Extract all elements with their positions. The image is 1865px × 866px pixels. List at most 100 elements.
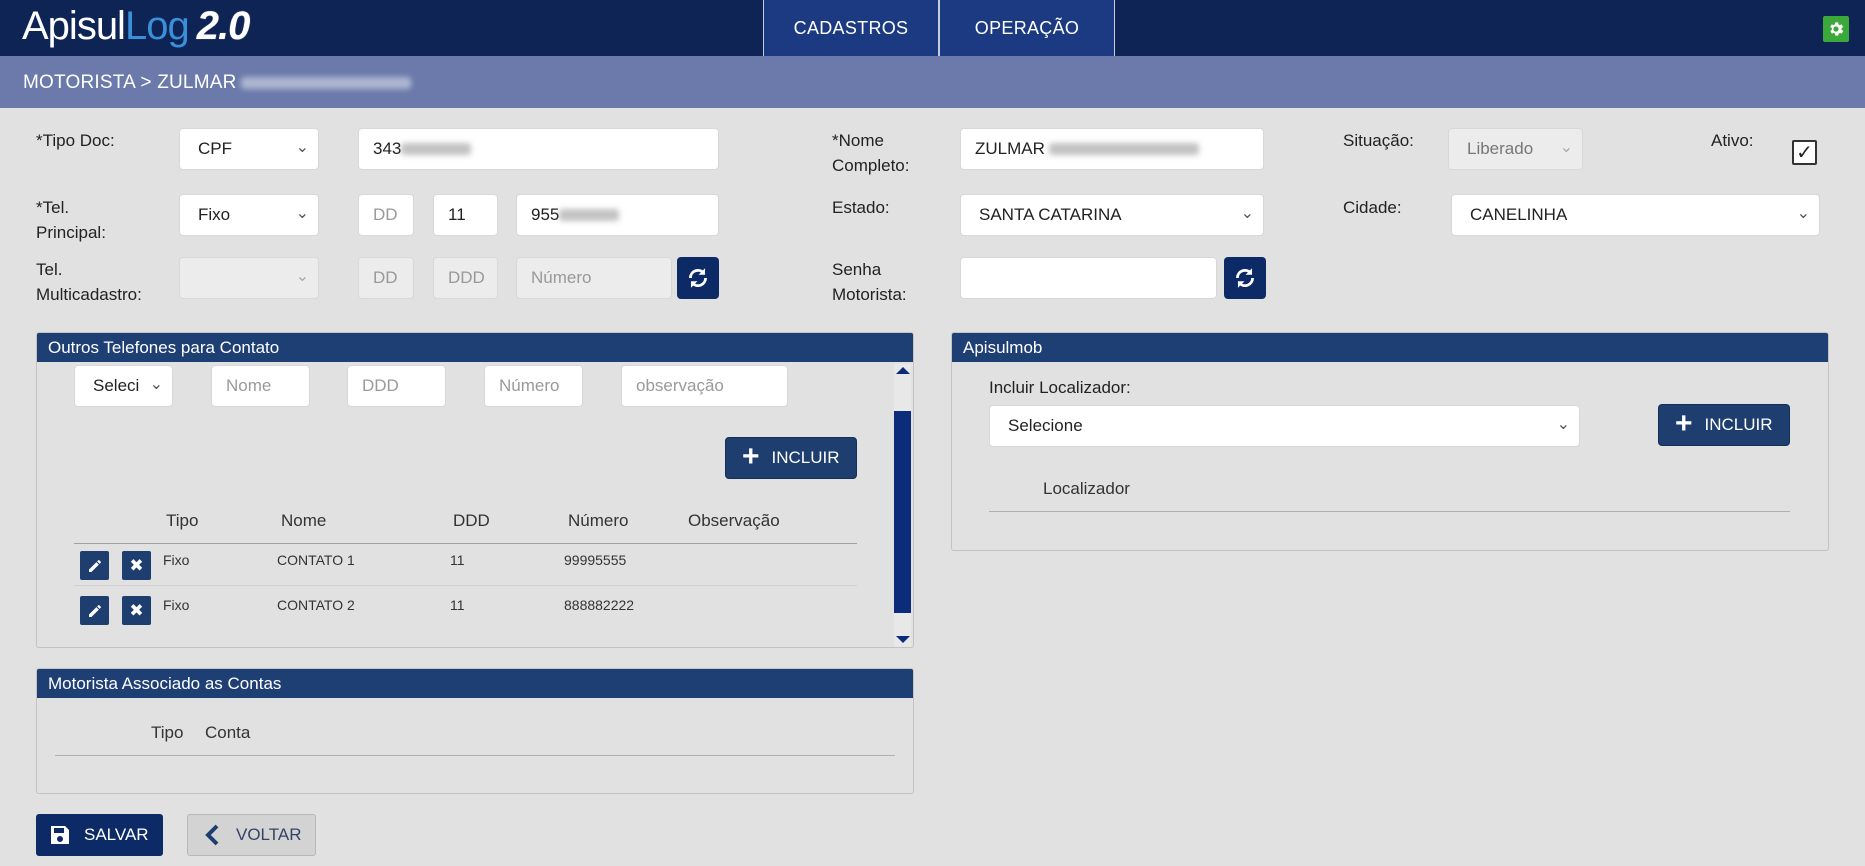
panel-title-text: Motorista Associado as Contas bbox=[48, 673, 282, 693]
refresh-icon bbox=[689, 268, 707, 288]
incluir-localizador-label: Incluir Localizador: bbox=[989, 378, 1131, 397]
senha-motorista-input[interactable] bbox=[960, 257, 1217, 299]
incluir-telefone-button[interactable]: + INCLUIR bbox=[725, 437, 857, 479]
label-line: Completo: bbox=[832, 156, 910, 175]
cell-numero: 99995555 bbox=[564, 552, 627, 568]
close-icon: ✖ bbox=[129, 600, 144, 620]
nav-tab-cadastros[interactable]: CADASTROS bbox=[763, 0, 939, 56]
label-line: *Tel. bbox=[36, 198, 70, 217]
tel-principal-ddd-input[interactable]: 11 bbox=[433, 194, 498, 236]
tipo-doc-value: CPF bbox=[198, 139, 232, 158]
documento-value: 343 bbox=[373, 139, 402, 158]
nav-tab-operacao[interactable]: OPERAÇÃO bbox=[939, 0, 1115, 56]
label-line: Multicadastro: bbox=[36, 285, 142, 304]
tel-multicadastro-dd-input[interactable]: DD bbox=[358, 257, 414, 299]
panel-title-text: Apisulmob bbox=[963, 337, 1043, 357]
tel-principal-numero-input[interactable]: 955 bbox=[516, 194, 719, 236]
documento-input[interactable]: 343 bbox=[358, 128, 719, 170]
localizador-select[interactable]: Selecione bbox=[989, 405, 1580, 447]
label-line: Tel. bbox=[36, 260, 63, 279]
row-divider bbox=[74, 585, 857, 586]
breadcrumb-bar: MOTORISTA > ZULMAR bbox=[0, 56, 1865, 108]
back-label: VOLTAR bbox=[236, 825, 302, 844]
pencil-icon bbox=[88, 559, 101, 572]
ativo-label: Ativo: bbox=[1711, 131, 1754, 150]
column-header: Conta bbox=[205, 723, 251, 742]
tel-multicadastro-ddd-input[interactable]: DDD bbox=[433, 257, 498, 299]
column-header: Número bbox=[568, 511, 629, 530]
save-button[interactable]: SALVAR bbox=[36, 814, 163, 856]
delete-contato-button[interactable]: ✖ bbox=[122, 551, 151, 580]
situacao-select[interactable]: Liberado bbox=[1448, 128, 1583, 170]
chevron-left-icon bbox=[205, 824, 219, 846]
back-button[interactable]: VOLTAR bbox=[187, 814, 316, 856]
scroll-up-arrow[interactable] bbox=[896, 367, 910, 374]
nav-tab-label: CADASTROS bbox=[793, 17, 909, 38]
redacted-text bbox=[559, 209, 620, 221]
tel-multicadastro-numero-input[interactable]: Número bbox=[516, 257, 672, 299]
contato-numero-input[interactable]: Número bbox=[484, 365, 583, 407]
contato-tipo-value: Seleci bbox=[93, 376, 140, 395]
tel-principal-dd-input[interactable]: DD bbox=[358, 194, 414, 236]
cidade-select[interactable]: CANELINHA bbox=[1451, 194, 1820, 236]
panel-title: Outros Telefones para Contato bbox=[37, 333, 913, 362]
tel-principal-label: *Tel. Principal: bbox=[36, 195, 106, 245]
settings-button[interactable] bbox=[1823, 16, 1849, 42]
incluir-localizador-button[interactable]: + INCLUIR bbox=[1658, 404, 1790, 446]
scroll-down-arrow[interactable] bbox=[896, 636, 910, 643]
floppy-icon bbox=[51, 826, 69, 844]
ddd-placeholder: DDD bbox=[362, 376, 399, 395]
situacao-label: Situação: bbox=[1343, 131, 1414, 150]
ddd-value: 11 bbox=[448, 205, 466, 224]
logo-main-text: Apisul bbox=[22, 4, 126, 48]
column-header: DDD bbox=[453, 511, 490, 530]
label-line: *Nome bbox=[832, 131, 884, 150]
contato-nome-input[interactable]: Nome bbox=[211, 365, 310, 407]
incluir-label: INCLUIR bbox=[1704, 415, 1773, 434]
save-label: SALVAR bbox=[84, 825, 149, 844]
check-icon: ✓ bbox=[1796, 141, 1813, 164]
tel-principal-tipo-value: Fixo bbox=[198, 205, 231, 224]
cell-tipo: Fixo bbox=[163, 597, 190, 613]
dd-placeholder: DD bbox=[373, 205, 398, 224]
breadcrumb-text: MOTORISTA > ZULMAR bbox=[23, 72, 237, 93]
cidade-label: Cidade: bbox=[1343, 198, 1402, 217]
dd-placeholder: DD bbox=[373, 268, 398, 287]
nome-completo-value: ZULMAR bbox=[975, 139, 1045, 158]
refresh-multicadastro-button[interactable] bbox=[677, 257, 719, 299]
tel-principal-tipo-select[interactable]: Fixo bbox=[179, 194, 319, 236]
plus-icon: + bbox=[1675, 407, 1693, 440]
header-divider bbox=[55, 755, 895, 756]
scrollbar-thumb[interactable] bbox=[894, 411, 911, 613]
nome-completo-input[interactable]: ZULMAR bbox=[960, 128, 1264, 170]
panel-title: Apisulmob bbox=[952, 333, 1828, 362]
contato-ddd-input[interactable]: DDD bbox=[347, 365, 446, 407]
situacao-value: Liberado bbox=[1467, 139, 1534, 158]
numero-placeholder: Número bbox=[499, 376, 560, 395]
gear-icon bbox=[1830, 22, 1844, 36]
column-header: Observação bbox=[688, 511, 780, 530]
tel-multicadastro-tipo-select[interactable] bbox=[179, 257, 319, 299]
edit-contato-button[interactable] bbox=[80, 551, 109, 580]
logo-version-text: 2.0 bbox=[196, 4, 251, 48]
top-navigation-bar: ApisulLog 2.0 CADASTROS OPERAÇÃO bbox=[0, 0, 1865, 56]
refresh-senha-button[interactable] bbox=[1224, 257, 1266, 299]
estado-label: Estado: bbox=[832, 198, 890, 217]
delete-contato-button[interactable]: ✖ bbox=[122, 596, 151, 625]
numero-placeholder: Número bbox=[531, 268, 592, 287]
estado-select[interactable]: SANTA CATARINA bbox=[960, 194, 1264, 236]
ativo-checkbox[interactable]: ✓ bbox=[1792, 140, 1817, 165]
cell-nome: CONTATO 1 bbox=[277, 552, 355, 568]
edit-contato-button[interactable] bbox=[80, 596, 109, 625]
app-logo[interactable]: ApisulLog 2.0 bbox=[22, 4, 251, 49]
label-line: Principal: bbox=[36, 223, 106, 242]
contato-observacao-input[interactable]: observação bbox=[621, 365, 788, 407]
close-icon: ✖ bbox=[129, 555, 144, 575]
breadcrumb: MOTORISTA > ZULMAR bbox=[23, 72, 411, 94]
column-header: Tipo bbox=[151, 723, 184, 742]
contato-tipo-select[interactable]: Seleci bbox=[74, 365, 173, 407]
ddd-placeholder: DDD bbox=[448, 268, 485, 287]
column-header: Tipo bbox=[166, 511, 199, 530]
tipo-doc-select[interactable]: CPF bbox=[179, 128, 319, 170]
cell-ddd: 11 bbox=[450, 597, 465, 613]
